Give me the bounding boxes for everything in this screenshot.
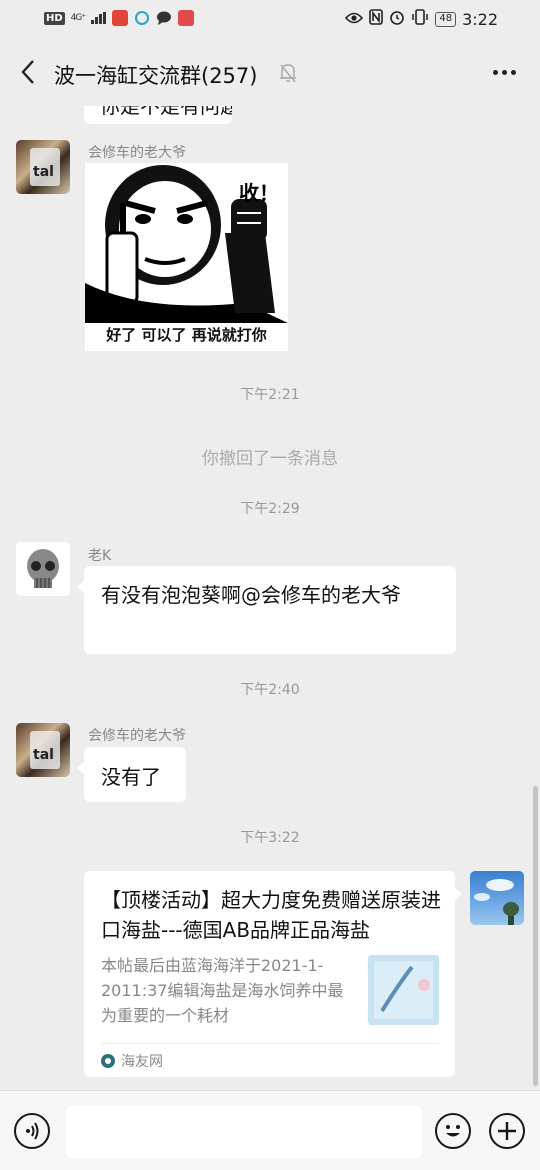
more-options-button[interactable] bbox=[488, 60, 520, 84]
hd-indicator: HD bbox=[44, 11, 65, 25]
dot-icon bbox=[492, 69, 498, 75]
card-title: 【顶楼活动】超大力度免费赠送原装进口海盐---德国AB品牌正品海盐 bbox=[101, 888, 441, 942]
message-bubble-partial[interactable]: 你是不是有问题 bbox=[84, 106, 232, 124]
sender-name: 会修车的老大爷 bbox=[88, 145, 186, 161]
message-bubble[interactable]: 有没有泡泡葵啊@会修车的老大爷 bbox=[77, 566, 456, 654]
timestamp: 下午2:21 bbox=[240, 387, 300, 403]
battery-icon: 48 bbox=[435, 11, 457, 27]
clock: 3:22 bbox=[462, 9, 498, 29]
source-name: 海友网 bbox=[121, 1054, 163, 1070]
voice-icon bbox=[26, 1122, 39, 1140]
message-text: 没有了 bbox=[101, 765, 161, 789]
avatar-sender-1[interactable]: tal bbox=[16, 140, 70, 194]
link-card[interactable]: 【顶楼活动】超大力度免费赠送原装进口海盐---德国AB品牌正品海盐 本帖最后由蓝… bbox=[84, 871, 462, 1077]
plus-icon bbox=[498, 1122, 516, 1140]
sticker-text: 收！ bbox=[239, 181, 279, 205]
timestamp: 下午2:29 bbox=[240, 501, 300, 517]
title-bar: 波一海缸交流群(257) bbox=[0, 40, 540, 106]
more-functions-button[interactable] bbox=[489, 1113, 525, 1149]
nfc-icon bbox=[369, 9, 384, 29]
message-input[interactable] bbox=[66, 1106, 422, 1158]
back-arrow-icon bbox=[21, 60, 34, 84]
status-left: HD 4G⁺ bbox=[44, 10, 195, 26]
dot-icon bbox=[510, 69, 516, 75]
voice-input-button[interactable] bbox=[14, 1113, 50, 1149]
card-divider bbox=[101, 1043, 439, 1044]
dot-icon bbox=[501, 69, 507, 75]
message-notification-icon bbox=[156, 10, 172, 26]
svg-text:tal: tal bbox=[33, 747, 54, 763]
back-button[interactable] bbox=[10, 54, 46, 90]
emoji-button[interactable] bbox=[435, 1113, 471, 1149]
avatar-sender-2[interactable] bbox=[16, 542, 70, 596]
status-bar: HD 4G⁺ 48 3:22 bbox=[0, 0, 540, 40]
scrollbar[interactable] bbox=[533, 786, 538, 1086]
message-text: 有没有泡泡葵啊@会修车的老大爷 bbox=[101, 583, 401, 607]
card-thumbnail-image bbox=[368, 955, 439, 1025]
card-description: 本帖最后由蓝海海洋于2021-1-2011:37编辑海盐是海水饲养中最为重要的一… bbox=[101, 956, 344, 1025]
sticker-caption: 好了 可以了 再说就打你 bbox=[106, 326, 267, 344]
app-notification-icon bbox=[112, 10, 129, 26]
input-bar bbox=[0, 1090, 540, 1170]
network-type: 4G⁺ bbox=[70, 13, 86, 23]
signal-icon bbox=[91, 12, 107, 24]
source-logo-icon bbox=[101, 1054, 115, 1068]
book-notification-icon bbox=[178, 10, 195, 26]
sender-name: 会修车的老大爷 bbox=[88, 728, 186, 744]
avatar-self[interactable] bbox=[470, 871, 524, 925]
smiley-icon bbox=[446, 1125, 460, 1137]
cloud-notification-icon bbox=[134, 10, 150, 26]
avatar-sender-1[interactable]: tal bbox=[16, 723, 70, 777]
message-bubble[interactable]: 没有了 bbox=[77, 747, 186, 802]
vibrate-icon bbox=[411, 9, 429, 29]
eye-icon bbox=[345, 10, 364, 29]
svg-text:tal: tal bbox=[33, 164, 54, 180]
skull-icon bbox=[16, 542, 70, 596]
card-source: 海友网 bbox=[101, 1051, 163, 1071]
status-right: 48 3:22 bbox=[345, 9, 498, 29]
alarm-icon bbox=[389, 9, 405, 29]
system-message: 你撤回了一条消息 bbox=[202, 449, 338, 469]
sticker-image[interactable]: 收！ 好了 可以了 再说就打你 bbox=[85, 163, 288, 351]
chat-area[interactable]: 你是不是有问题 tal 会修车的老大爷 收！ 好了 可以了 再说就打你 下午2:… bbox=[0, 106, 540, 1090]
timestamp: 下午2:40 bbox=[240, 682, 300, 698]
sender-name: 老K bbox=[88, 548, 112, 564]
chat-title: 波一海缸交流群(257) bbox=[54, 64, 258, 88]
timestamp: 下午3:22 bbox=[240, 830, 300, 846]
message-text: 你是不是有问题 bbox=[100, 106, 232, 118]
mute-bell-icon bbox=[278, 62, 298, 84]
